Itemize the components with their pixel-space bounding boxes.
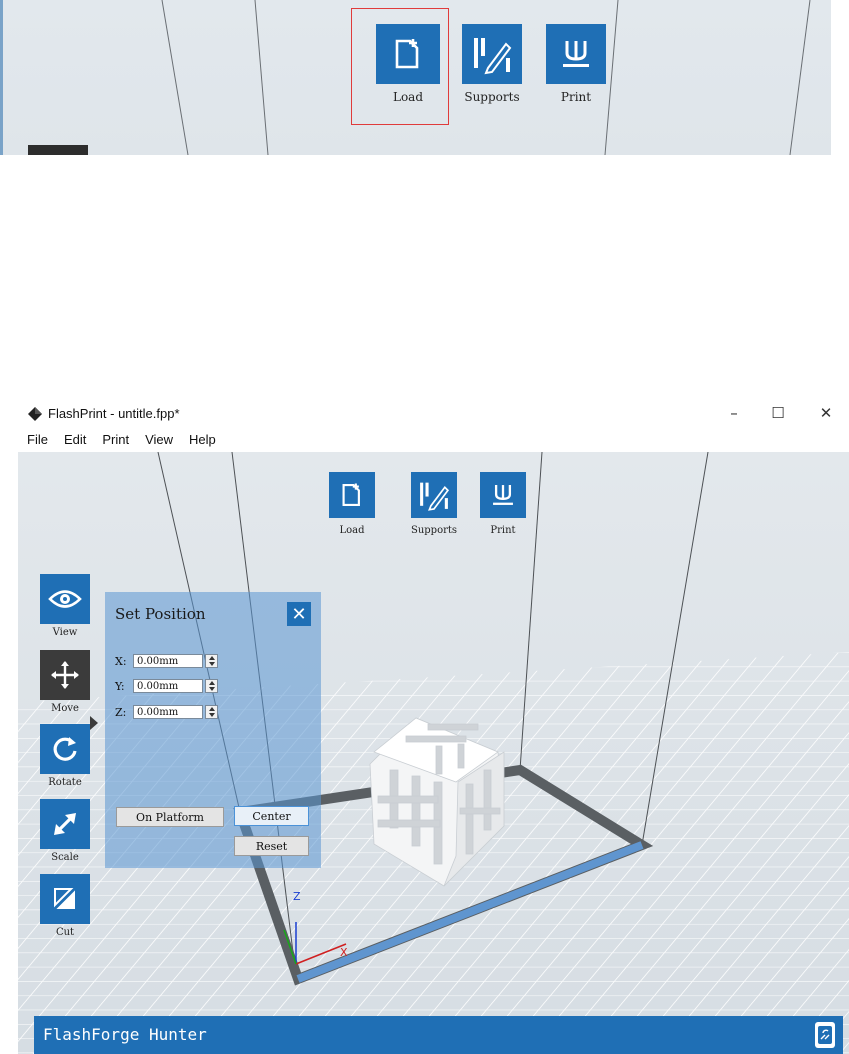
x-row: X: 0.00mm <box>115 654 218 668</box>
load-label: Load <box>339 525 365 536</box>
scale-label: Scale <box>51 852 79 863</box>
menu-file[interactable]: File <box>18 432 55 447</box>
y-input[interactable]: 0.00mm <box>133 679 203 693</box>
cut-icon <box>40 874 90 924</box>
center-button[interactable]: Center <box>234 806 309 826</box>
menu-help[interactable]: Help <box>180 432 223 447</box>
panel-title: Set Position <box>115 605 206 623</box>
close-button[interactable]: ✕ <box>814 402 838 424</box>
x-spinner[interactable] <box>205 654 218 668</box>
title-bar[interactable]: FlashPrint - untitle.fpp* – ☐ ✕ <box>18 398 849 428</box>
move-tool[interactable]: Move <box>40 650 90 714</box>
scale-icon <box>40 799 90 849</box>
printer-name: FlashForge Hunter <box>43 1025 207 1044</box>
load-icon <box>329 472 375 518</box>
side-tool-partial <box>28 145 88 155</box>
print-button-closeup[interactable]: Print <box>544 24 608 104</box>
print-icon <box>546 24 606 84</box>
print-button[interactable]: Print <box>478 472 528 536</box>
print-label: Print <box>490 525 516 536</box>
supports-label: Supports <box>410 525 458 536</box>
cut-label: Cut <box>55 927 75 938</box>
flashprint-logo-icon <box>28 406 42 421</box>
minimize-button[interactable]: – <box>722 402 746 424</box>
load-button[interactable]: Load <box>327 472 377 536</box>
close-icon: ✕ <box>291 603 307 625</box>
menu-print[interactable]: Print <box>93 432 136 447</box>
y-spinner[interactable] <box>205 679 218 693</box>
connection-icon[interactable] <box>815 1022 835 1048</box>
x-axis-label: X <box>340 946 348 959</box>
rotate-tool[interactable]: Rotate <box>40 724 90 788</box>
view-tool[interactable]: View <box>40 574 90 638</box>
app-window: FlashPrint - untitle.fpp* – ☐ ✕ File Edi… <box>18 398 849 1054</box>
supports-icon <box>462 24 522 84</box>
window-edge <box>0 0 3 155</box>
menu-view[interactable]: View <box>136 432 180 447</box>
reset-button[interactable]: Reset <box>234 836 309 856</box>
cut-tool[interactable]: Cut <box>40 874 90 938</box>
status-bar: FlashForge Hunter <box>34 1016 843 1054</box>
scale-tool[interactable]: Scale <box>40 799 90 863</box>
menu-edit[interactable]: Edit <box>55 432 93 447</box>
supports-button[interactable]: Supports <box>404 472 464 536</box>
menu-bar: File Edit Print View Help <box>18 428 849 450</box>
close-icon: ✕ <box>819 404 833 422</box>
z-label: Z: <box>115 705 127 719</box>
z-row: Z: 0.00mm <box>115 705 218 719</box>
supports-label: Supports <box>464 90 520 104</box>
z-input[interactable]: 0.00mm <box>133 705 203 719</box>
panel-close-button[interactable]: ✕ <box>287 602 311 626</box>
z-spinner[interactable] <box>205 705 218 719</box>
x-label: X: <box>115 654 127 668</box>
on-platform-button[interactable]: On Platform <box>116 807 224 827</box>
active-tool-pointer <box>90 716 98 730</box>
minimize-icon: – <box>730 404 738 422</box>
z-axis-label: Z <box>293 890 301 903</box>
supports-button-closeup[interactable]: Supports <box>460 24 524 104</box>
set-position-panel: Set Position ✕ X: 0.00mm Y: 0.00mm Z: 0.… <box>105 592 321 868</box>
move-arrows-icon <box>40 650 90 700</box>
maximize-button[interactable]: ☐ <box>766 402 790 424</box>
print-label: Print <box>560 90 592 104</box>
load-highlight-box <box>351 8 449 125</box>
y-row: Y: 0.00mm <box>115 679 218 693</box>
3d-viewport[interactable]: Z X Load Supports Print View Move Rotate… <box>18 452 849 1054</box>
view-label: View <box>52 627 78 638</box>
window-title: FlashPrint - untitle.fpp* <box>48 406 180 421</box>
toolbar-closeup: Load Supports Print <box>0 0 831 155</box>
rotate-label: Rotate <box>48 777 82 788</box>
rotate-icon <box>40 724 90 774</box>
move-label: Move <box>51 703 79 714</box>
y-label: Y: <box>115 679 125 693</box>
print-icon <box>480 472 526 518</box>
supports-icon <box>411 472 457 518</box>
eye-icon <box>40 574 90 624</box>
x-input[interactable]: 0.00mm <box>133 654 203 668</box>
maximize-icon: ☐ <box>771 404 785 422</box>
